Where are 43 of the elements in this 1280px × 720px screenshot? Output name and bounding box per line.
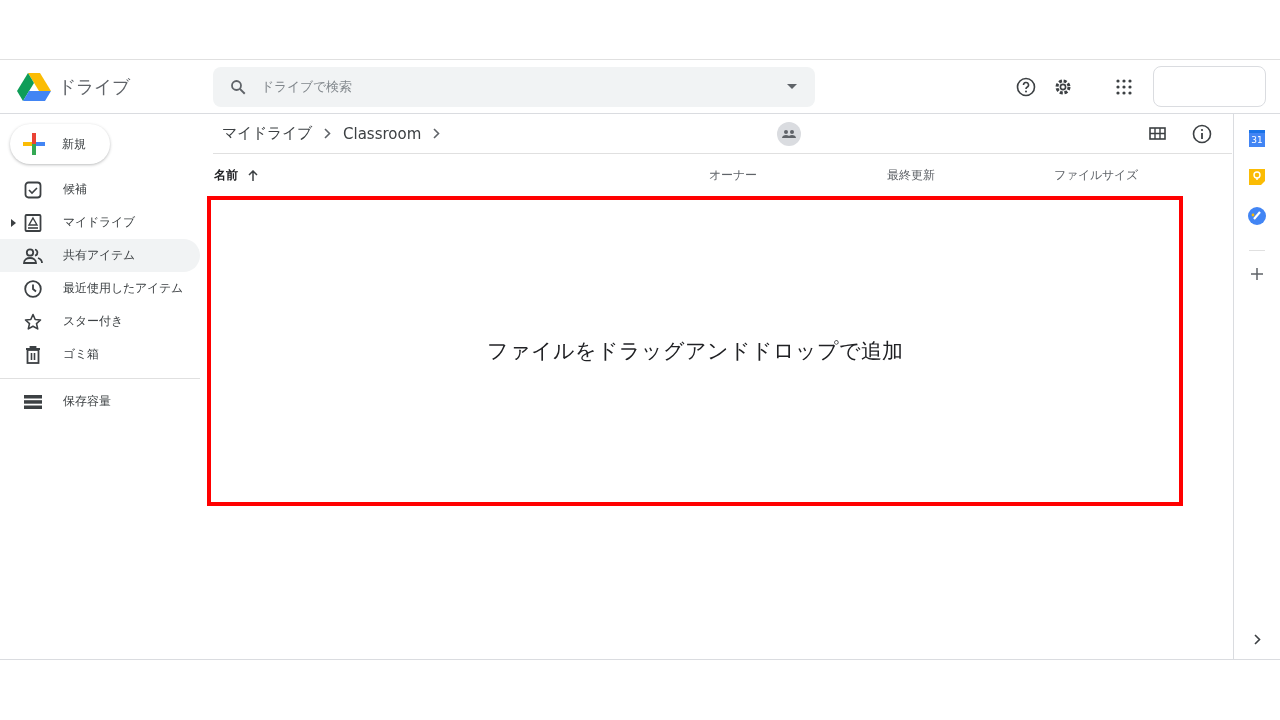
app-name: ドライブ <box>58 74 130 99</box>
clock-icon <box>23 279 43 298</box>
nav-item[interactable]: マイドライブ <box>0 206 200 239</box>
plus-icon <box>23 133 45 155</box>
column-header[interactable]: 名前 <box>214 166 238 184</box>
nav-item[interactable]: ゴミ箱 <box>0 338 200 371</box>
calendar-icon[interactable]: 31 <box>1249 130 1265 147</box>
storage-item[interactable]: 保存容量 <box>0 385 200 418</box>
nav-item[interactable]: スター付き <box>0 305 200 338</box>
people-icon <box>23 247 43 264</box>
nav-item[interactable]: 候補 <box>0 173 200 206</box>
star-icon <box>23 312 43 331</box>
new-button[interactable]: 新規 <box>10 124 110 164</box>
nav-item[interactable]: 最近使用したアイテム <box>0 272 200 305</box>
sort-up-arrow-icon[interactable] <box>248 169 258 181</box>
check-box-icon <box>23 180 43 199</box>
breadcrumb-link[interactable]: マイドライブ <box>222 124 312 143</box>
search-icon <box>229 77 247 96</box>
dropdown-caret-icon[interactable] <box>787 84 797 89</box>
column-header[interactable]: 最終更新 <box>887 166 935 184</box>
column-header[interactable]: オーナー <box>709 166 757 184</box>
trash-icon <box>23 345 43 364</box>
nav-item[interactable]: 共有アイテム <box>0 239 200 272</box>
shared-people-icon <box>777 121 802 146</box>
drive-folder-icon <box>23 213 43 232</box>
apps-grid-icon[interactable] <box>1116 78 1132 95</box>
column-header[interactable]: ファイルサイズ <box>1054 166 1138 184</box>
help-icon[interactable] <box>1016 76 1036 97</box>
chevron-right-icon <box>433 128 441 139</box>
drive-logo-icon <box>17 71 51 102</box>
info-icon[interactable] <box>1192 123 1212 144</box>
search-field[interactable]: ドライブで検索 <box>259 78 775 95</box>
drop-hint: ファイルをドラッグアンドドロップで追加 <box>487 338 903 365</box>
add-icon[interactable] <box>1251 268 1263 280</box>
breadcrumb-link[interactable]: Classroom <box>343 124 422 143</box>
chevron-right-icon <box>324 128 331 139</box>
expand-caret-icon[interactable] <box>11 218 16 227</box>
grid-view-icon[interactable] <box>1149 127 1166 140</box>
drop-zone[interactable]: ファイルをドラッグアンドドロップで追加 <box>207 196 1183 506</box>
pencil-check-icon[interactable] <box>1248 207 1266 225</box>
storage-icon <box>23 394 43 409</box>
search-bar[interactable]: ドライブで検索 <box>213 66 815 107</box>
chevron-right-icon[interactable] <box>1253 634 1261 645</box>
